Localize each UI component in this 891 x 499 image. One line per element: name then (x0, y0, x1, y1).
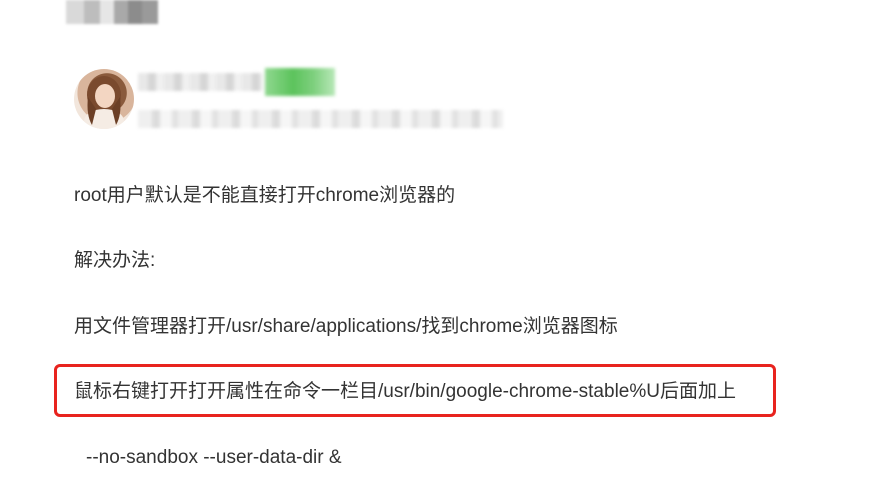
paragraph-solution-heading: 解决办法: (74, 250, 156, 271)
author-badge-redacted (265, 68, 335, 96)
red-highlight-box (54, 364, 776, 417)
post-meta-redacted (138, 110, 503, 128)
paragraph-intro: root用户默认是不能直接打开chrome浏览器的 (74, 185, 456, 206)
article-title-redacted (66, 0, 158, 24)
author-name-redacted[interactable] (138, 67, 338, 97)
paragraph-step-open-applications: 用文件管理器打开/usr/share/applications/找到chrome… (74, 316, 618, 337)
paragraph-command-flags: --no-sandbox --user-data-dir & (86, 447, 342, 468)
author-avatar[interactable] (74, 69, 134, 129)
